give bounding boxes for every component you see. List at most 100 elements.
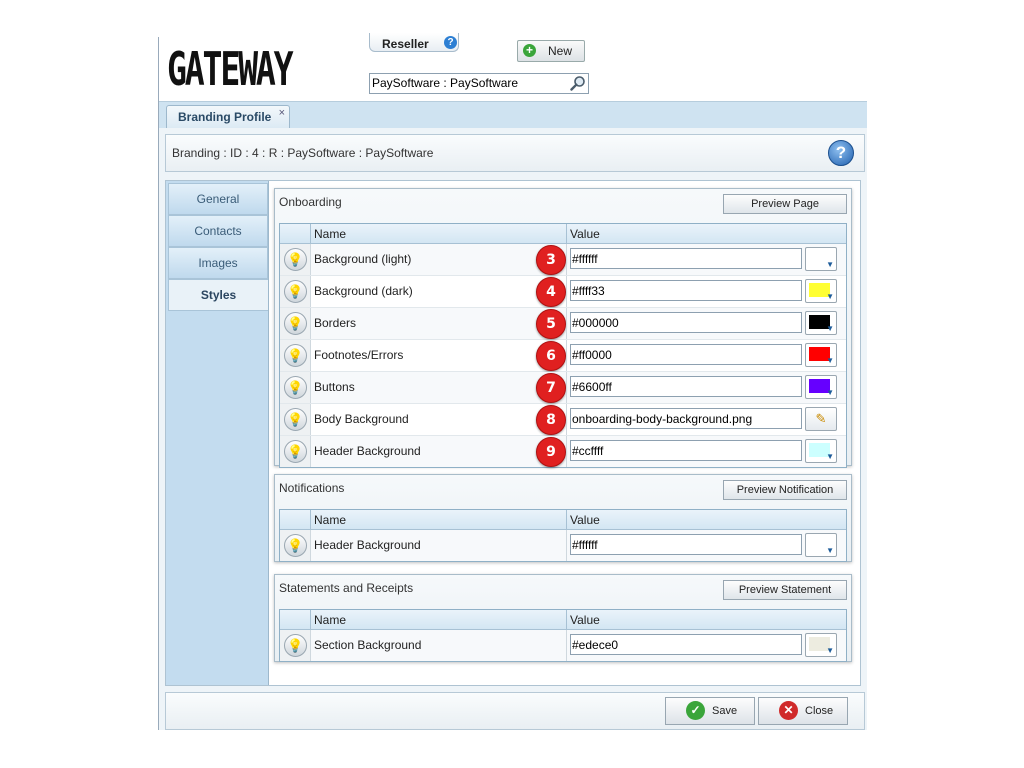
side-tab-styles[interactable]: Styles <box>168 279 268 311</box>
color-picker-button[interactable]: ▼ <box>805 439 837 463</box>
branding-info: Branding : ID : 4 : R : PaySoftware : Pa… <box>172 146 434 160</box>
value-input[interactable] <box>570 280 802 301</box>
column-value: Value <box>570 513 600 527</box>
lightbulb-icon[interactable]: 💡 <box>284 280 307 303</box>
bulb-cell: 💡 <box>280 276 311 307</box>
value-input[interactable] <box>570 634 802 655</box>
row-name: Background (light) <box>314 252 412 266</box>
bulb-cell: 💡 <box>280 404 311 435</box>
color-picker-button[interactable]: ▼ <box>805 279 837 303</box>
color-picker-button[interactable]: ▼ <box>805 247 837 271</box>
top-bar: GATEWAY Reseller ? + New <box>159 33 867 101</box>
value-cell: ▼ <box>566 436 847 467</box>
close-tab-icon[interactable]: × <box>279 107 285 119</box>
color-picker-button[interactable]: ▼ <box>805 343 837 367</box>
chevron-down-icon: ▼ <box>826 646 834 655</box>
bulb-cell: 💡 <box>280 244 311 275</box>
chevron-down-icon: ▼ <box>826 324 834 333</box>
row-name: Section Background <box>314 638 422 652</box>
info-bar: Branding : ID : 4 : R : PaySoftware : Pa… <box>165 134 865 172</box>
search-input[interactable] <box>370 74 568 91</box>
help-icon[interactable]: ? <box>828 140 854 166</box>
lightbulb-icon[interactable]: 💡 <box>284 440 307 463</box>
lightbulb-icon[interactable]: 💡 <box>284 408 307 431</box>
onboarding-grid: Name Value 💡 Background (light) 3 ▼ 💡 Backgro… <box>279 223 847 468</box>
preview-notification-button[interactable]: Preview Notification <box>723 480 847 500</box>
check-icon: ✓ <box>686 701 705 720</box>
x-icon: ✕ <box>779 701 798 720</box>
column-name: Name <box>314 513 347 527</box>
lightbulb-icon[interactable]: 💡 <box>284 634 307 657</box>
footer-bar: ✓ Save ✕ Close <box>165 692 865 730</box>
lightbulb-icon[interactable]: 💡 <box>284 248 307 271</box>
close-button[interactable]: ✕ Close <box>758 697 848 725</box>
section-title: Statements and Receipts <box>279 581 414 595</box>
value-cell: ✎ <box>566 404 847 435</box>
column-name: Name <box>314 227 347 241</box>
reseller-tab[interactable]: Reseller ? <box>369 33 459 52</box>
value-input[interactable] <box>570 376 802 397</box>
grid-header: Name Value <box>280 610 846 630</box>
tab-strip: Branding Profile × <box>159 101 867 129</box>
value-input[interactable] <box>570 248 802 269</box>
reseller-label: Reseller <box>382 37 429 51</box>
new-button[interactable]: + New <box>517 40 585 62</box>
main-frame: General Contacts Images Styles Onboardin… <box>165 180 861 686</box>
value-input[interactable] <box>570 344 802 365</box>
color-picker-button[interactable]: ▼ <box>805 633 837 657</box>
chevron-down-icon: ▼ <box>826 292 834 301</box>
column-value: Value <box>570 227 600 241</box>
notifications-grid: Name Value 💡 Header Background ▼ <box>279 509 847 562</box>
color-picker-button[interactable]: ▼ <box>805 533 837 557</box>
new-button-label: New <box>548 44 573 58</box>
app-window: GATEWAY Reseller ? + New Branding Profil… <box>158 33 867 730</box>
lightbulb-icon[interactable]: 💡 <box>284 534 307 557</box>
search-box <box>369 73 589 94</box>
step-badge: 5 <box>536 309 566 339</box>
value-input[interactable] <box>570 440 802 461</box>
table-row: 💡 Background (light) 3 ▼ <box>280 244 846 276</box>
bulb-cell: 💡 <box>280 436 311 467</box>
value-input[interactable] <box>570 312 802 333</box>
table-row: 💡 Header Background 9 ▼ <box>280 436 846 467</box>
table-row: 💡 Body Background 8 ✎ <box>280 404 846 436</box>
value-cell: ▼ <box>566 372 847 403</box>
lightbulb-icon[interactable]: 💡 <box>284 312 307 335</box>
logo: GATEWAY <box>167 42 294 96</box>
side-tab-contacts[interactable]: Contacts <box>168 215 268 247</box>
chevron-down-icon: ▼ <box>826 356 834 365</box>
section-title: Notifications <box>279 481 345 495</box>
preview-statement-button[interactable]: Preview Statement <box>723 580 847 600</box>
side-tab-general[interactable]: General <box>168 183 268 215</box>
lightbulb-icon[interactable]: 💡 <box>284 344 307 367</box>
row-name: Background (dark) <box>314 284 413 298</box>
table-row: 💡 Buttons 7 ▼ <box>280 372 846 404</box>
pencil-icon[interactable]: ✎ <box>805 407 837 431</box>
bulb-cell: 💡 <box>280 340 311 371</box>
close-label: Close <box>805 705 834 717</box>
save-button[interactable]: ✓ Save <box>665 697 755 725</box>
value-cell: ▼ <box>566 530 847 561</box>
side-tab-images[interactable]: Images <box>168 247 268 279</box>
tab-branding-profile[interactable]: Branding Profile × <box>166 105 290 128</box>
row-name: Body Background <box>314 412 409 426</box>
color-picker-button[interactable]: ▼ <box>805 375 837 399</box>
row-name: Header Background <box>314 538 421 552</box>
value-input[interactable] <box>570 534 802 555</box>
value-cell: ▼ <box>566 340 847 371</box>
side-tabs: General Contacts Images Styles <box>166 181 269 685</box>
step-badge: 8 <box>536 405 566 435</box>
bulb-cell: 💡 <box>280 372 311 403</box>
search-icon[interactable] <box>570 75 586 91</box>
step-badge: 7 <box>536 373 566 403</box>
bulb-cell: 💡 <box>280 530 311 561</box>
preview-page-button[interactable]: Preview Page <box>723 194 847 214</box>
column-name: Name <box>314 613 347 627</box>
column-value: Value <box>570 613 600 627</box>
lightbulb-icon[interactable]: 💡 <box>284 376 307 399</box>
help-icon[interactable]: ? <box>444 36 457 49</box>
color-picker-button[interactable]: ▼ <box>805 311 837 335</box>
grid-header: Name Value <box>280 510 846 530</box>
value-input[interactable] <box>570 408 802 429</box>
value-cell: ▼ <box>566 276 847 307</box>
